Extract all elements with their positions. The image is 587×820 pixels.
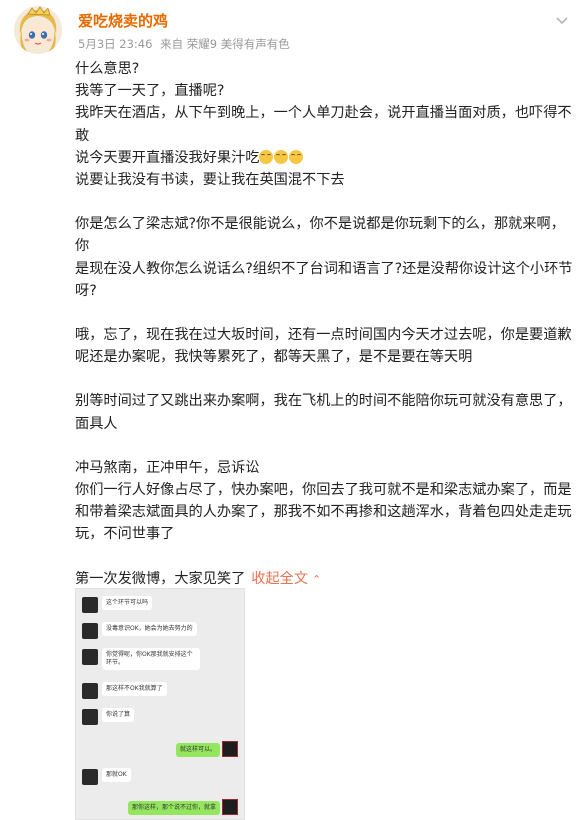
post-date: 5月3日 23:46 [78,37,153,51]
post-line: 什么意思? [75,61,140,77]
chat-message-left: 你说了算 [76,705,244,731]
post-source: 来自 荣耀9 美得有声有色 [160,37,290,51]
chat-bubble-right: 那你这样，那个说不过你，就拿 [127,801,220,815]
username[interactable]: 爱吃烧卖的鸡 [78,10,168,31]
chat-avatar [222,741,238,757]
chat-message-left: 这个环节可以吗 [76,593,244,619]
chat-bubble: 那这样不OK我就算了 [102,682,167,696]
post-line: 别等时间过了又跳出来办案啊，我在飞机上的时间不能陪你玩可就没有意思了， [75,393,572,410]
avatar-image [14,6,62,54]
chat-avatar [82,649,98,665]
chat-bubble: 这个环节可以吗 [102,596,153,610]
post-line: 你是怎么了梁志斌?你不是很能说么，你不是说都是你玩剩下的么，那就来啊，你 [75,216,565,255]
chat-avatar [82,709,98,725]
chat-bubble: 那就OK [102,768,131,782]
post-line: 你们一行人好像占尽了，快办案吧，你回去了我可就不是和梁志斌办案了，而是 [75,482,572,499]
post-line-with-emoji: 说今天要开直播没我好果汁吃 [75,147,575,169]
chat-avatar [82,683,98,699]
chat-bubble-right: 就这样可以。 [175,743,220,757]
chat-message-right: 那你这样，那个说不过你，就拿 [76,797,244,819]
laughing-emoji-icon [259,149,274,164]
chat-screenshot-image[interactable]: 这个环节可以吗 没毒意识OK，她会为她去努力的 你觉得呢，你OK那我就安排这个环… [75,588,245,820]
post-line: 呀? [75,282,97,299]
post-body: 什么意思? 我等了一天了，直播呢? 我昨天在酒店，从下午到晚上，一个人单刀赴会，… [75,58,575,591]
avatar[interactable] [14,6,62,54]
post-line: 呢还是办案呢，我快等累死了，都等天黑了，是不是要在等天明 [75,349,473,366]
post-line: 面具人 [75,415,118,432]
chat-avatar [82,769,98,785]
collapse-full-text-link[interactable]: 收起全文 [251,571,308,587]
chevron-up-icon[interactable]: ⌃ [312,573,321,586]
chat-avatar [222,799,238,815]
chat-bubble: 没毒意识OK，她会为她去努力的 [102,622,197,636]
chat-message-left: 你觉得呢，你OK那我就安排这个环节。 [76,645,244,677]
post-line: 说今天要开直播没我好果汁吃 [75,149,260,166]
post-line: 和带着梁志斌面具的人办案了，那我不如不再掺和这趟浑水，背着包四处走走玩 [75,504,572,521]
post-line: 玩，不问世事了 [75,526,175,543]
post-line: 敢 [75,127,90,144]
laughing-emoji-icon [274,149,289,164]
post-line: 我等了一天了，直播呢? [75,83,225,100]
chat-message-right: 就这样可以。 [76,739,244,765]
chat-avatar [82,597,98,613]
chat-message-left: 那就OK [76,765,244,791]
post-line: 第一次发微博，大家见笑了 [75,570,246,587]
post-header: 爱吃烧卖的鸡 5月3日 23:46 来自 荣耀9 美得有声有色 [0,0,587,60]
chat-bubble: 你说了算 [102,708,135,722]
post-line: 是现在没人教你怎么说话么?组织不了台词和语言了?还是没帮你设计这个小环节 [75,260,573,277]
chat-message-left: 没毒意识OK，她会为她去努力的 [76,619,244,645]
post-line: 我昨天在酒店，从下午到晚上，一个人单刀赴会，说开直播当面对质，也吓得不 [75,105,572,122]
chat-message-left: 那这样不OK我就算了 [76,679,244,705]
post-line: 说要让我没有书读，要让我在英国混不下去 [75,172,345,189]
chat-avatar [82,623,98,639]
post-line: 冲马煞南，正冲甲午，忌诉讼 [75,459,260,476]
chevron-down-icon[interactable] [555,12,569,26]
post-meta: 5月3日 23:46 来自 荣耀9 美得有声有色 [78,36,294,52]
post-line: 哦，忘了，现在我在过大坂时间，还有一点时间国内今天才过去呢，你是要道歉 [75,327,572,344]
chat-bubble: 你觉得呢，你OK那我就安排这个环节。 [102,648,200,670]
laughing-emoji-icon [289,149,304,164]
